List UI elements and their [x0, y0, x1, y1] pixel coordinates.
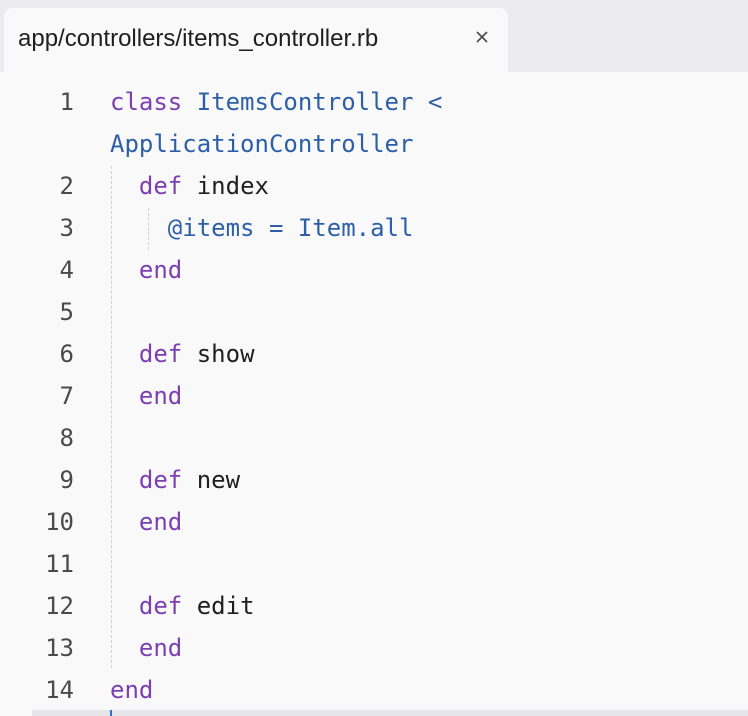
line-number: 8 [59, 424, 74, 452]
code-token: new [182, 466, 241, 494]
line-number: 11 [45, 550, 74, 578]
code-token: < [427, 88, 443, 116]
line-number: 3 [59, 214, 74, 242]
code-token: class [110, 88, 183, 116]
line-number: 6 [59, 340, 74, 368]
code-line[interactable]: end [110, 382, 182, 410]
line-number: 10 [45, 508, 74, 536]
close-icon[interactable] [472, 27, 492, 47]
tab-title: app/controllers/items_controller.rb [18, 25, 379, 52]
line-number: 7 [59, 382, 74, 410]
line-number: 5 [59, 298, 74, 326]
line-number: 9 [59, 466, 74, 494]
line-number: 14 [45, 676, 74, 704]
line-number: 2 [59, 172, 74, 200]
code-line[interactable]: end [110, 676, 153, 704]
code-line[interactable]: end [110, 256, 182, 284]
code-line[interactable]: def new [110, 466, 240, 494]
code-token: end [138, 508, 183, 536]
tab-bar: app/controllers/items_controller.rb [0, 0, 748, 72]
text-cursor [110, 710, 112, 716]
code-line[interactable]: end [110, 508, 182, 536]
line-number: 1 [59, 88, 74, 116]
code-line[interactable]: end [110, 634, 182, 662]
code-token: ApplicationController [110, 130, 414, 158]
code-token: index [182, 172, 269, 200]
line-number: 12 [45, 592, 74, 620]
line-number: 4 [59, 256, 74, 284]
code-token: @items [167, 214, 255, 242]
code-token: = [268, 214, 284, 242]
code-token: def [138, 172, 183, 200]
code-line[interactable]: @items = Item.all [110, 214, 414, 242]
code-token: def [138, 592, 183, 620]
code-token: end [110, 676, 154, 704]
code-line[interactable]: ApplicationController [110, 130, 413, 158]
code-token: show [182, 340, 255, 368]
code-token: def [138, 340, 183, 368]
indent-guide [111, 166, 112, 668]
code-token: def [138, 466, 183, 494]
code-token: end [138, 634, 183, 662]
tab-items-controller[interactable]: app/controllers/items_controller.rb [4, 8, 508, 72]
code-token: end [138, 256, 183, 284]
code-token: edit [182, 592, 255, 620]
code-line[interactable]: def edit [110, 592, 255, 620]
code-line[interactable]: def show [110, 340, 255, 368]
code-token: ItemsController [196, 88, 414, 116]
code-token: Item.all [297, 214, 414, 242]
horizontal-scrollbar[interactable] [32, 710, 748, 716]
code-token: end [138, 382, 183, 410]
line-number: 13 [45, 634, 74, 662]
code-line[interactable]: def index [110, 172, 269, 200]
code-line[interactable]: class ItemsController < [110, 88, 442, 116]
indent-guide [148, 208, 149, 250]
